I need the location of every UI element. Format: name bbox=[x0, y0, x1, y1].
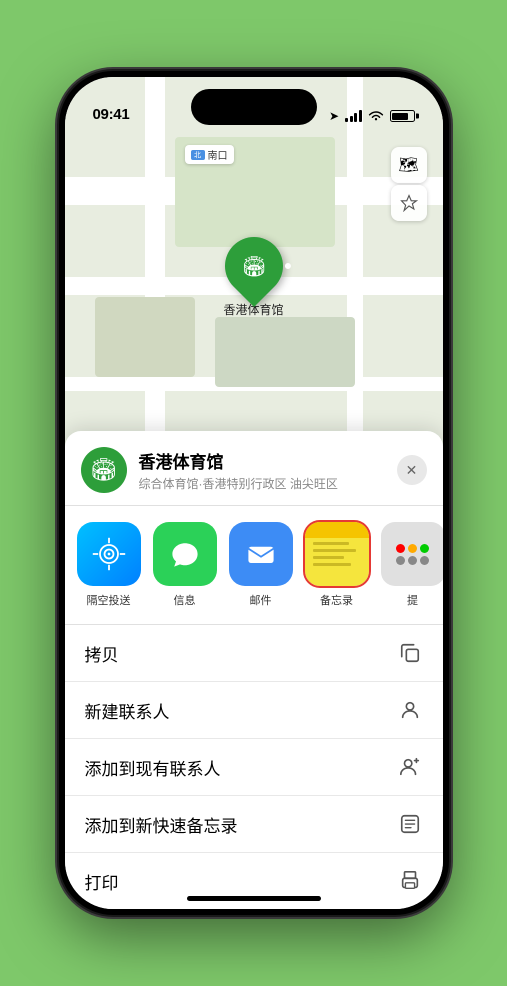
map-controls: 🗺 bbox=[391, 147, 427, 221]
battery-icon bbox=[390, 110, 415, 122]
more-icon bbox=[381, 522, 443, 586]
marker-pin: 🏟 bbox=[212, 225, 294, 307]
airdrop-icon bbox=[77, 522, 141, 586]
print-icon bbox=[397, 868, 423, 894]
copy-icon bbox=[397, 640, 423, 666]
home-indicator bbox=[187, 896, 321, 901]
notes-label: 备忘录 bbox=[320, 592, 353, 608]
location-arrow-icon: ➤ bbox=[329, 109, 339, 123]
share-item-message[interactable]: 信息 bbox=[153, 522, 217, 608]
action-quick-note[interactable]: 添加到新快速备忘录 bbox=[65, 796, 443, 853]
close-button[interactable]: ✕ bbox=[397, 455, 427, 485]
action-print-label: 打印 bbox=[85, 869, 119, 894]
wifi-icon bbox=[368, 110, 384, 122]
action-add-contact-label: 添加到现有联系人 bbox=[85, 755, 221, 780]
map-label-text: 南口 bbox=[208, 147, 228, 162]
action-copy[interactable]: 拷贝 bbox=[65, 625, 443, 682]
person-add-icon bbox=[397, 754, 423, 780]
mail-label: 邮件 bbox=[250, 592, 272, 608]
status-icons: ➤ bbox=[329, 109, 415, 123]
location-subtitle: 综合体育馆·香港特别行政区 油尖旺区 bbox=[139, 475, 397, 492]
phone-screen: 09:41 ➤ bbox=[65, 77, 443, 909]
action-quick-note-label: 添加到新快速备忘录 bbox=[85, 812, 238, 837]
action-list: 拷贝 新建联系人 bbox=[65, 625, 443, 909]
share-item-airdrop[interactable]: 隔空投送 bbox=[77, 522, 141, 608]
stadium-marker[interactable]: 🏟 香港体育馆 bbox=[223, 237, 283, 318]
location-header: 🏟 香港体育馆 综合体育馆·香港特别行政区 油尖旺区 ✕ bbox=[65, 431, 443, 506]
share-item-notes[interactable]: 备忘录 bbox=[305, 522, 369, 608]
map-label-icon: 北 bbox=[191, 150, 205, 160]
location-name: 香港体育馆 bbox=[139, 448, 397, 473]
message-icon bbox=[153, 522, 217, 586]
more-label: 提 bbox=[407, 592, 418, 608]
action-new-contact-label: 新建联系人 bbox=[85, 698, 170, 723]
signal-bars-icon bbox=[345, 110, 362, 122]
person-icon bbox=[397, 697, 423, 723]
phone-frame: 09:41 ➤ bbox=[59, 71, 449, 915]
share-row: 隔空投送 信息 bbox=[65, 506, 443, 625]
share-item-more[interactable]: 提 bbox=[381, 522, 443, 608]
note-icon bbox=[397, 811, 423, 837]
mail-icon bbox=[229, 522, 293, 586]
status-time: 09:41 bbox=[93, 106, 130, 123]
map-type-button[interactable]: 🗺 bbox=[391, 147, 427, 183]
stadium-icon: 🏟 bbox=[241, 254, 266, 279]
dynamic-island bbox=[191, 89, 317, 125]
notes-icon bbox=[305, 522, 369, 586]
location-button[interactable] bbox=[391, 185, 427, 221]
airdrop-label: 隔空投送 bbox=[87, 592, 131, 608]
location-icon: 🏟 bbox=[81, 447, 127, 493]
bottom-sheet: 🏟 香港体育馆 综合体育馆·香港特别行政区 油尖旺区 ✕ bbox=[65, 431, 443, 909]
map-label: 北 南口 bbox=[185, 145, 234, 164]
action-new-contact[interactable]: 新建联系人 bbox=[65, 682, 443, 739]
action-copy-label: 拷贝 bbox=[85, 641, 119, 666]
share-item-mail[interactable]: 邮件 bbox=[229, 522, 293, 608]
action-add-contact[interactable]: 添加到现有联系人 bbox=[65, 739, 443, 796]
message-label: 信息 bbox=[174, 592, 196, 608]
location-info: 香港体育馆 综合体育馆·香港特别行政区 油尖旺区 bbox=[139, 448, 397, 492]
